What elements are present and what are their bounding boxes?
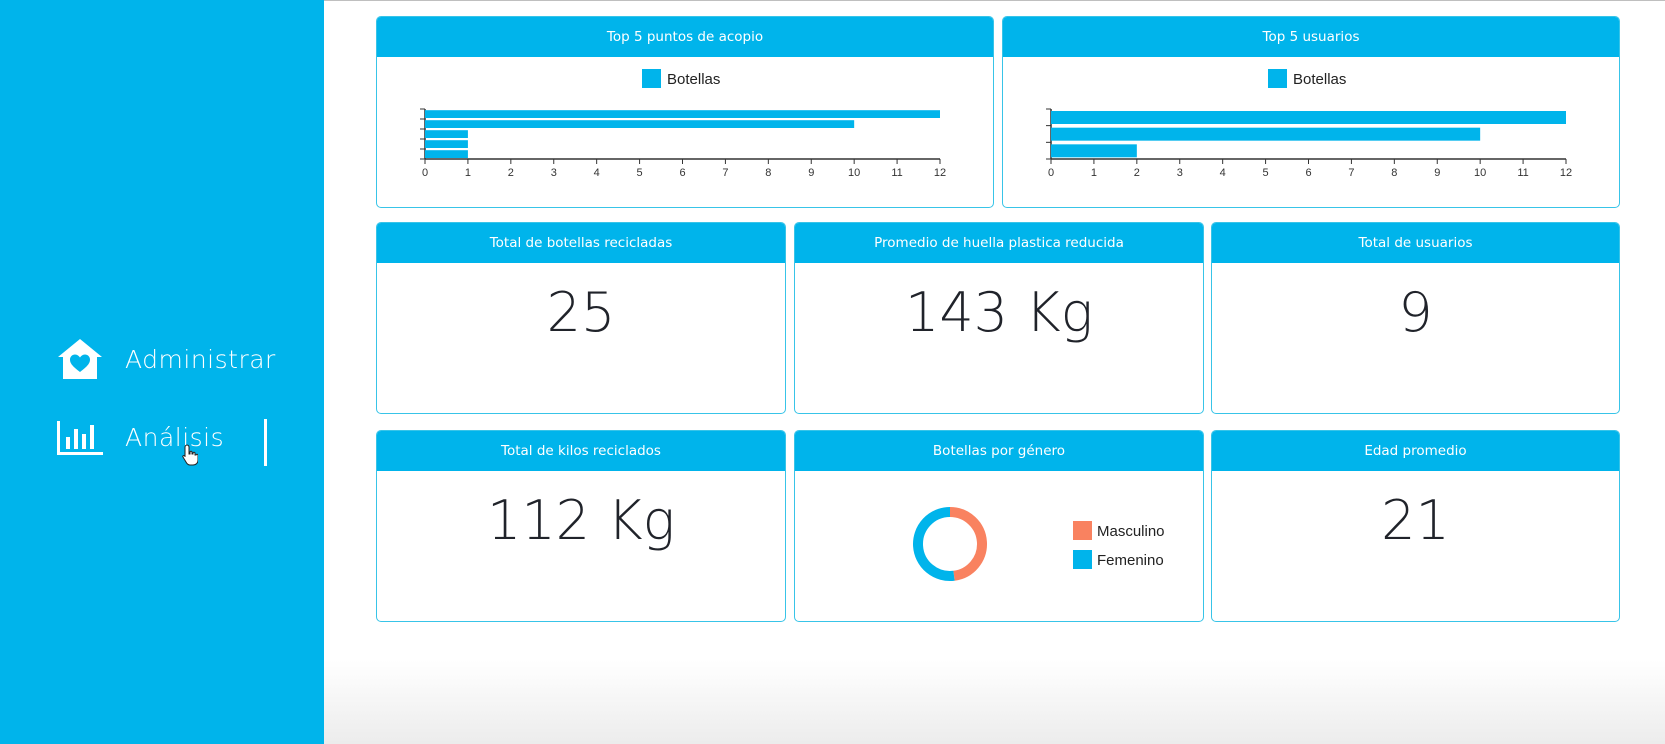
x-tick-label: 3 (1177, 167, 1183, 179)
x-tick-label: 5 (1263, 167, 1269, 179)
card-botellas-genero: Botellas por género Masculino Femenino (794, 430, 1204, 622)
sidebar-item-label: Análisis (125, 422, 225, 452)
metric-value: 21 (1381, 489, 1450, 552)
legend-swatch (1268, 69, 1287, 88)
metric-value: 9 (1398, 281, 1433, 344)
top-border (324, 0, 1665, 1)
bar-chart-icon (55, 415, 105, 459)
x-tick-label: 10 (848, 167, 860, 179)
sidebar-item-label: Administrar (125, 344, 276, 374)
x-tick-label: 4 (1220, 167, 1226, 179)
x-tick-label: 0 (1048, 167, 1054, 179)
bar (1051, 111, 1566, 124)
x-tick-label: 3 (551, 167, 557, 179)
hand-cursor-icon (182, 444, 199, 471)
legend-label: Botellas (667, 71, 720, 88)
legend-label: Masculino (1097, 523, 1165, 540)
bar (425, 140, 468, 148)
bar (1051, 127, 1481, 141)
x-tick-label: 12 (1560, 167, 1572, 179)
card-top-usuarios: Top 5 usuarios Botellas 0 1 2 3 4 5 6 7 8 9 10 11 12 (1002, 16, 1620, 208)
card-title: Total de kilos reciclados (377, 431, 785, 471)
x-tick-label: 5 (637, 167, 643, 179)
card-total-botellas: Total de botellas recicladas 25 (376, 222, 786, 414)
x-tick-label: 11 (1517, 167, 1528, 179)
chart-legend: Botellas (642, 69, 720, 88)
x-tick-label: 1 (1091, 167, 1097, 179)
sidebar-item-analisis[interactable]: Análisis (55, 413, 285, 461)
card-title: Edad promedio (1212, 431, 1619, 471)
card-promedio-huella: Promedio de huella plastica reducida 143… (794, 222, 1204, 414)
chart-legend: Masculino Femenino (1073, 521, 1165, 569)
bar (425, 120, 855, 128)
card-total-kilos: Total de kilos reciclados 112 Kg (376, 430, 786, 622)
x-tick-label: 0 (422, 167, 428, 179)
active-indicator (264, 419, 267, 466)
card-total-usuarios: Total de usuarios 9 (1211, 222, 1620, 414)
x-tick-label: 8 (765, 167, 771, 179)
sidebar-item-administrar[interactable]: Administrar (55, 335, 285, 383)
bar (425, 110, 940, 118)
legend-swatch (642, 69, 661, 88)
x-tick-label: 2 (1134, 167, 1140, 179)
bar (1051, 144, 1137, 158)
donut-slice (913, 507, 955, 581)
metric-value: 143 Kg (904, 281, 1094, 344)
x-tick-label: 11 (891, 167, 902, 179)
top-puntos-bar-chart: Botellas0 1 2 3 4 5 6 7 8 9 10 11 12 (420, 69, 946, 179)
x-tick-label: 9 (1434, 167, 1440, 179)
bar (425, 150, 468, 158)
x-tick-label: 10 (1474, 167, 1486, 179)
legend-swatch (1073, 521, 1092, 540)
x-tick-label: 7 (1348, 167, 1354, 179)
card-top-puntos: Top 5 puntos de acopio Botellas 0 1 2 3 4 5 6 7 8… (376, 16, 994, 208)
x-tick-label: 6 (1305, 167, 1311, 179)
house-heart-icon (55, 337, 105, 381)
bar (425, 130, 468, 138)
card-edad-promedio: Edad promedio 21 (1211, 430, 1620, 622)
donut-slice (949, 507, 987, 581)
x-tick-label: 4 (594, 167, 600, 179)
card-title: Top 5 puntos de acopio (377, 17, 993, 57)
x-tick-label: 7 (722, 167, 728, 179)
x-tick-label: 6 (679, 167, 685, 179)
card-title: Total de botellas recicladas (377, 223, 785, 263)
content-footer-fade (324, 660, 1665, 744)
x-tick-label: 12 (934, 167, 946, 179)
card-title: Top 5 usuarios (1003, 17, 1619, 57)
top-usuarios-bar-chart: Botellas0 1 2 3 4 5 6 7 8 9 10 11 12 (1046, 69, 1572, 179)
legend-label: Botellas (1293, 71, 1346, 88)
metric-value: 112 Kg (486, 489, 676, 552)
legend-swatch (1073, 550, 1092, 569)
sidebar: Administrar Análisis (0, 0, 324, 744)
x-tick-label: 9 (808, 167, 814, 179)
card-title: Promedio de huella plastica reducida (795, 223, 1203, 263)
card-title: Total de usuarios (1212, 223, 1619, 263)
x-tick-label: 8 (1391, 167, 1397, 179)
card-title: Botellas por género (795, 431, 1203, 471)
chart-legend: Botellas (1268, 69, 1346, 88)
genero-donut-chart: Masculino Femenino (913, 507, 1165, 581)
x-tick-label: 2 (508, 167, 514, 179)
legend-label: Femenino (1097, 552, 1164, 569)
x-tick-label: 1 (465, 167, 471, 179)
metric-value: 25 (546, 281, 616, 344)
